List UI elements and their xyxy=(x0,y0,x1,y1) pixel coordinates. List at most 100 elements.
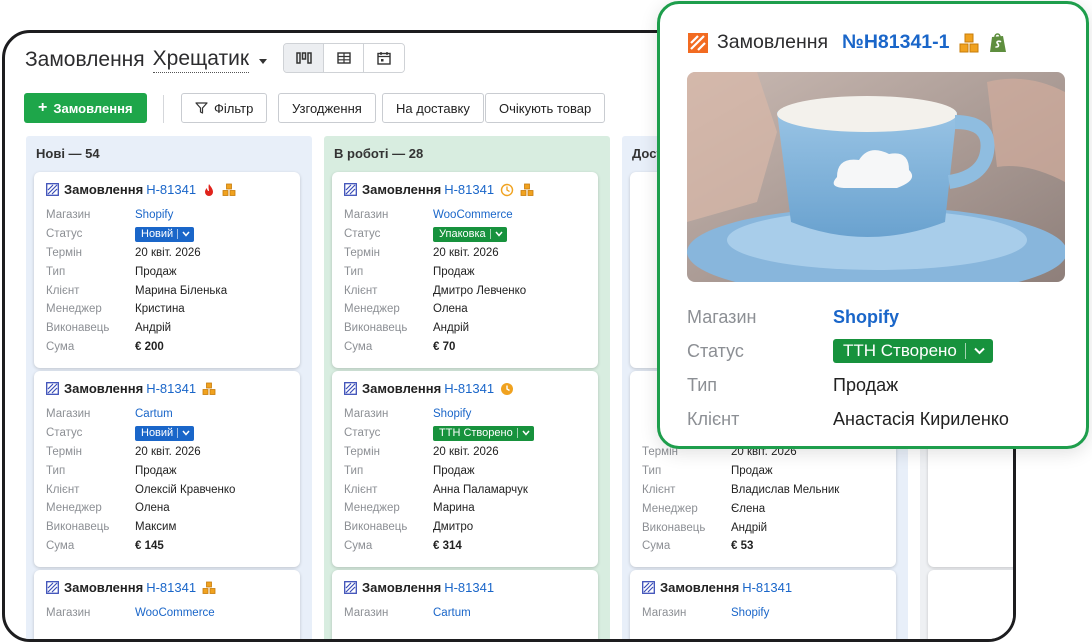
card-fields: Магазин Shopify xyxy=(642,604,769,623)
executor-value: Андрій xyxy=(135,322,172,335)
tag-label: Узгодження xyxy=(292,100,362,116)
order-number-link[interactable]: Н-81341 xyxy=(742,580,792,595)
order-card[interactable]: Замовлення Н-81341 Магазин Shopify xyxy=(630,570,896,639)
order-number-link[interactable]: Н-81341 xyxy=(146,381,196,396)
status-dropdown[interactable]: ТТН Створено xyxy=(433,425,534,441)
order-card[interactable]: Замовлення Н-81341 Магазин WooCommerce xyxy=(34,570,300,639)
store-link[interactable]: WooCommerce xyxy=(135,607,215,619)
store-link[interactable]: Shopify xyxy=(433,408,471,420)
field-label: Виконавець xyxy=(344,322,408,335)
field-label: Статус xyxy=(46,427,83,440)
field-label: Менеджер xyxy=(642,502,698,515)
pill-divider xyxy=(489,229,491,240)
order-number-link[interactable]: Н-81341 xyxy=(444,182,494,197)
card-fields: Магазин Cartum Статус Новий Термін 20 квіт. 2… xyxy=(46,405,235,555)
client-value: Владислав Мельник xyxy=(731,483,840,496)
kanban-column-new: Нові — 54 Замовлення Н-81341 Магазин Shopif… xyxy=(26,136,312,639)
order-card[interactable] xyxy=(928,570,1013,639)
field-label: Магазин xyxy=(642,607,687,620)
kanban-column-in-progress: В роботі — 28 Замовлення Н-81341 Магазин Wo… xyxy=(324,136,610,639)
card-row-manager: Менеджер Єлена xyxy=(642,499,839,518)
client-value: Анастасія Кириленко xyxy=(833,409,1009,430)
sum-value: € 200 xyxy=(135,340,164,353)
table-view-button[interactable] xyxy=(324,44,364,72)
card-row-store: Магазин Shopify xyxy=(46,206,227,225)
location-selector[interactable]: Хрещатик xyxy=(152,47,250,73)
pill-divider xyxy=(177,229,179,240)
order-card[interactable]: Замовлення Н-81341 Магазин Cartum Статус Нови… xyxy=(34,371,300,567)
card-row-type: Тип Продаж xyxy=(344,461,534,480)
order-card[interactable]: Замовлення Н-81341 Магазин Cartum xyxy=(332,570,598,639)
store-link[interactable]: Cartum xyxy=(433,607,471,619)
field-label: Тип xyxy=(344,464,364,477)
card-row-sum: Сума € 200 xyxy=(46,338,227,357)
card-fields: Магазин WooCommerce xyxy=(46,604,215,623)
kanban-view-button[interactable] xyxy=(284,44,324,72)
card-fields: Магазин Cartum xyxy=(344,604,471,623)
card-row-term: Термін 20 квіт. 2026 xyxy=(46,443,235,462)
manager-value: Кристина xyxy=(135,303,185,316)
store-link[interactable]: Cartum xyxy=(135,408,173,420)
field-label: Термін xyxy=(344,445,380,458)
term-value: 20 квіт. 2026 xyxy=(433,246,499,259)
order-number-link[interactable]: Н-81341 xyxy=(146,182,196,197)
popup-row-status: Статус ТТН Створено xyxy=(687,334,1009,368)
tag-button-approval[interactable]: Узгодження xyxy=(278,93,376,123)
status-dropdown[interactable]: Упаковка xyxy=(433,226,507,242)
order-number-link[interactable]: Н-81341 xyxy=(444,381,494,396)
calendar-icon xyxy=(377,52,391,65)
field-label: Сума xyxy=(46,539,75,552)
card-row-sum: Сума € 314 xyxy=(344,537,534,556)
filter-button[interactable]: Фільтр xyxy=(181,93,268,123)
pill-divider xyxy=(516,428,518,439)
card-row-store: Магазин Cartum xyxy=(46,405,235,424)
store-link[interactable]: Shopify xyxy=(833,307,899,328)
tag-button-delivery[interactable]: На доставку xyxy=(382,93,484,123)
table-icon xyxy=(336,52,351,64)
chevron-down-icon[interactable] xyxy=(259,58,268,64)
card-header: Замовлення Н-81341 xyxy=(46,182,236,197)
product-photo xyxy=(687,72,1065,282)
card-row-client: Клієнт Олексій Кравченко xyxy=(46,480,235,499)
term-value: 20 квіт. 2026 xyxy=(433,445,499,458)
order-card[interactable]: Замовлення Н-81341 Магазин WooCommerce Стату… xyxy=(332,172,598,368)
field-label: Клієнт xyxy=(46,284,80,297)
store-link[interactable]: WooCommerce xyxy=(433,209,513,221)
store-link[interactable]: Shopify xyxy=(135,209,173,221)
card-row-type: Тип Продаж xyxy=(344,262,526,281)
status-dropdown[interactable]: Новий xyxy=(135,425,195,441)
order-card[interactable]: Замовлення Н-81341 Магазин Shopify Статус Нов… xyxy=(34,172,300,368)
field-label: Клієнт xyxy=(642,483,676,496)
order-number-link[interactable]: Н-81341 xyxy=(146,580,196,595)
order-card[interactable]: Замовлення Н-81341 Магазин Shopify Статус ТТН… xyxy=(332,371,598,567)
field-label: Виконавець xyxy=(344,521,408,534)
popup-order-number[interactable]: №Н81341-1 xyxy=(842,31,949,54)
card-fields: Магазин Shopify Статус ТТН Створено Термін 20… xyxy=(344,405,534,555)
tag-button-awaiting-goods[interactable]: Очікують товар xyxy=(485,93,606,123)
status-dropdown[interactable]: ТТН Створено xyxy=(833,339,993,364)
field-label: Сума xyxy=(46,340,75,353)
store-link[interactable]: Shopify xyxy=(731,607,769,619)
order-number-link[interactable]: Н-81341 xyxy=(444,580,494,595)
card-row-status: Статус Новий xyxy=(46,225,227,244)
popup-details: Магазин Shopify Статус ТТН Створено Тип … xyxy=(687,300,1009,437)
add-order-button[interactable]: + Замовлення xyxy=(24,93,147,123)
order-preview-popup: Замовлення №Н81341-1 Магазин Shopify Ста… xyxy=(657,1,1089,449)
card-title: Замовлення xyxy=(362,580,442,595)
tag-label: Очікують товар xyxy=(499,100,592,116)
field-label: Статус xyxy=(344,228,381,241)
add-order-label: Замовлення xyxy=(53,100,133,116)
field-label: Клієнт xyxy=(46,483,80,496)
popup-row-type: Тип Продаж xyxy=(687,368,1009,402)
status-value: Упаковка xyxy=(439,228,486,241)
field-label: Клієнт xyxy=(687,409,740,430)
shopify-icon xyxy=(989,32,1006,52)
field-label: Менеджер xyxy=(46,502,102,515)
popup-header: Замовлення №Н81341-1 xyxy=(687,31,1008,54)
order-icon xyxy=(46,581,59,594)
chevron-down-icon xyxy=(182,430,190,436)
status-dropdown[interactable]: Новий xyxy=(135,226,195,242)
calendar-view-button[interactable] xyxy=(364,44,404,72)
card-row-manager: Менеджер Марина xyxy=(344,499,534,518)
sum-value: € 314 xyxy=(433,539,462,552)
